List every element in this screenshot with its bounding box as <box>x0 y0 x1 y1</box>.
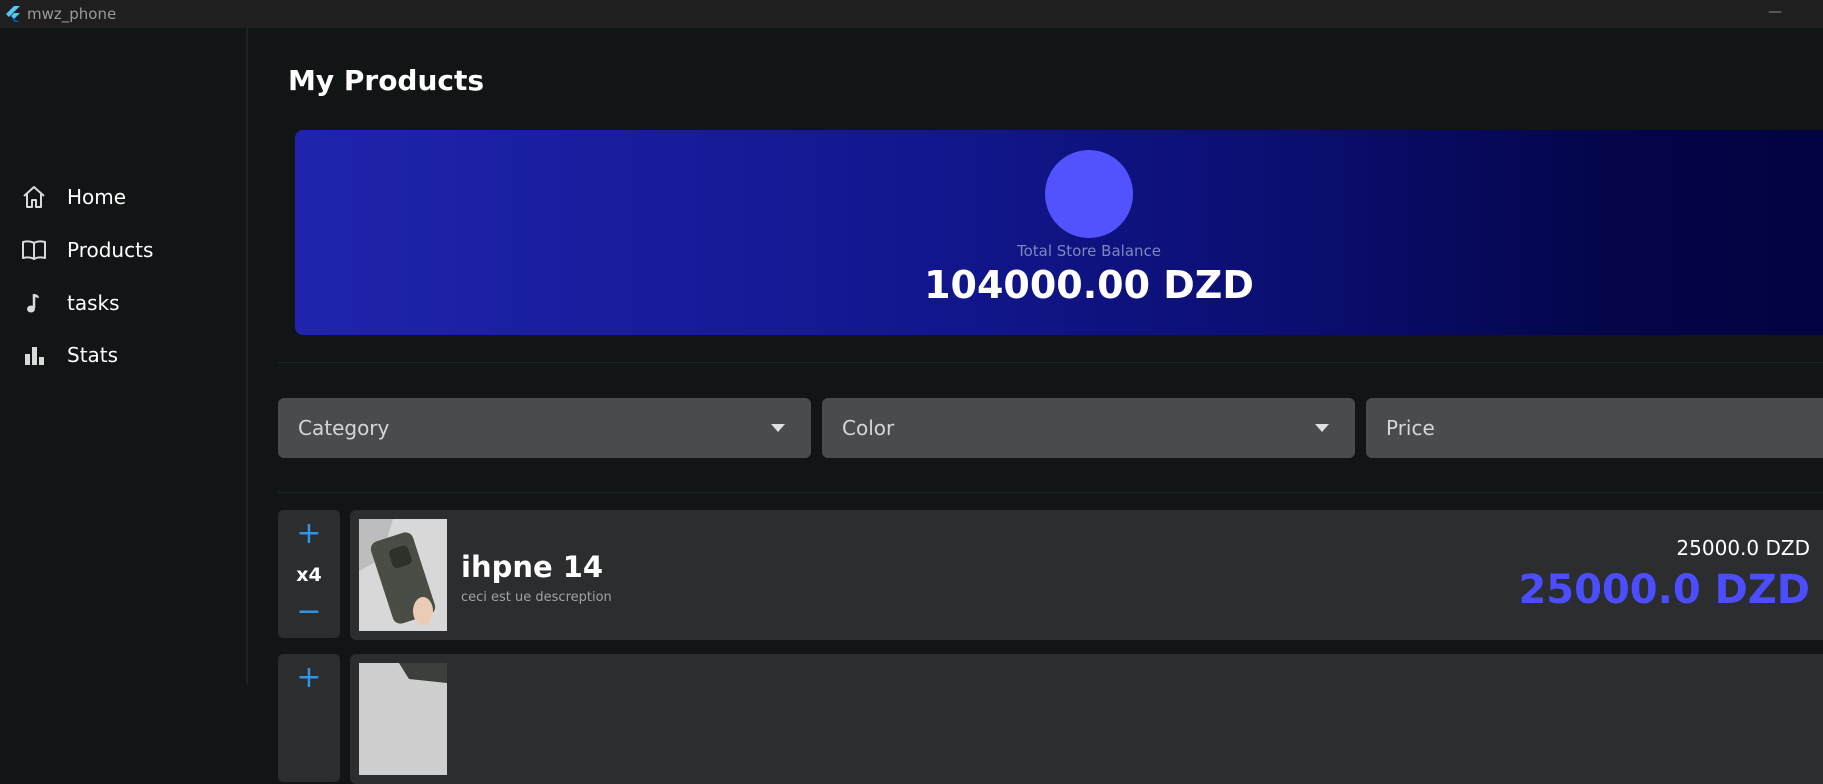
sidebar-item-label: tasks <box>67 291 120 315</box>
sidebar-item-stats[interactable]: Stats <box>0 328 246 382</box>
page-title: My Products <box>288 64 485 97</box>
flutter-logo-icon <box>6 6 20 22</box>
product-card[interactable] <box>350 654 1823 784</box>
balance-card: Total Store Balance 104000.00 DZD <box>295 130 1823 335</box>
decrement-button[interactable]: − <box>278 594 340 629</box>
unit-price: 25000.0 DZD <box>1676 536 1810 560</box>
filter-label: Color <box>842 416 895 440</box>
filter-label: Price <box>1386 416 1435 440</box>
phone-photo-icon <box>359 663 447 775</box>
sidebar-item-products[interactable]: Products <box>0 223 246 277</box>
divider <box>278 492 1823 493</box>
home-icon <box>23 186 45 208</box>
sidebar-item-tasks[interactable]: tasks <box>0 276 246 330</box>
sidebar-item-label: Products <box>67 238 154 262</box>
quantity-count: x4 <box>296 564 322 586</box>
price-filter-field[interactable]: Price <box>1366 398 1823 458</box>
minimize-button[interactable]: — <box>1765 4 1785 24</box>
total-price: 25000.0 DZD <box>1518 567 1810 613</box>
divider <box>278 362 1823 363</box>
caret-down-icon <box>771 424 785 432</box>
bar-chart-icon <box>25 347 44 365</box>
filter-label: Category <box>298 416 390 440</box>
sidebar-item-label: Stats <box>67 343 119 367</box>
increment-button[interactable]: + <box>278 516 340 551</box>
product-name: ihpne 14 <box>461 550 604 584</box>
sidebar: Home Products tasks Stats <box>0 28 248 684</box>
sidebar-item-label: Home <box>67 185 127 209</box>
book-icon <box>22 240 46 260</box>
product-description: ceci est ue descreption <box>461 590 612 605</box>
balance-label: Total Store Balance <box>1016 242 1162 260</box>
window-titlebar: mwz_phone — <box>0 0 1823 28</box>
caret-down-icon <box>1315 424 1329 432</box>
category-filter-dropdown[interactable]: Category <box>278 398 811 458</box>
product-image <box>359 519 447 631</box>
product-card[interactable]: ihpne 14 ceci est ue descreption 25000.0… <box>350 510 1823 640</box>
balance-value: 104000.00 DZD <box>924 263 1254 307</box>
window-title: mwz_phone <box>27 5 117 23</box>
music-note-icon <box>27 294 39 313</box>
product-image <box>359 663 447 775</box>
phone-photo-icon <box>359 519 447 631</box>
sidebar-item-home[interactable]: Home <box>0 170 246 224</box>
quantity-stepper: + <box>278 654 340 782</box>
quantity-stepper: + x4 − <box>278 510 340 638</box>
main-content: My Products Total Store Balance 104000.0… <box>250 28 1823 784</box>
increment-button[interactable]: + <box>278 660 340 695</box>
color-filter-dropdown[interactable]: Color <box>822 398 1355 458</box>
balance-avatar-circle <box>1045 150 1133 238</box>
